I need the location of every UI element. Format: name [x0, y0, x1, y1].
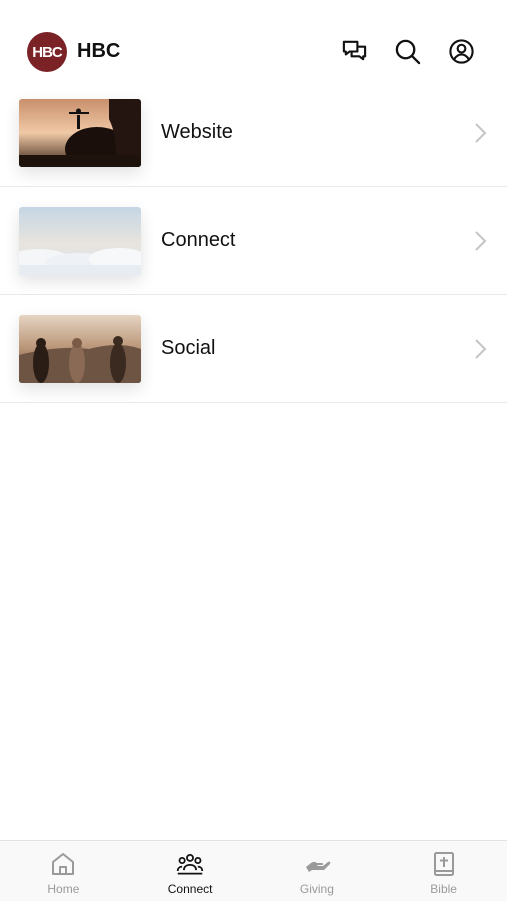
bottom-tab-bar: Home Connect Giving Bible	[0, 840, 507, 901]
connect-list: Website Connect Social	[0, 79, 507, 403]
tab-label: Home	[47, 882, 80, 896]
people-group-icon	[176, 851, 204, 877]
home-icon	[49, 851, 77, 877]
list-item-label: Social	[161, 337, 216, 359]
search-icon	[395, 39, 420, 64]
person-on-rock-sunset-image	[19, 99, 141, 167]
chat-bubbles-icon	[342, 40, 366, 60]
chat-button[interactable]	[339, 36, 369, 66]
tab-connect[interactable]: Connect	[127, 841, 254, 901]
search-button[interactable]	[392, 36, 422, 66]
list-item-label: Website	[161, 121, 233, 143]
tab-giving[interactable]: Giving	[254, 841, 381, 901]
list-item-social[interactable]: Social	[0, 295, 507, 403]
tab-home[interactable]: Home	[0, 841, 127, 901]
list-item-connect[interactable]: Connect	[0, 187, 507, 295]
tab-label: Connect	[167, 882, 213, 896]
app-title: HBC	[77, 40, 121, 62]
account-icon	[448, 38, 474, 64]
bible-icon	[430, 851, 458, 877]
account-button[interactable]	[446, 36, 476, 66]
tab-label: Giving	[299, 882, 334, 896]
chevron-right-icon	[474, 338, 488, 360]
logo-text: HBC	[32, 43, 62, 61]
clouds-sky-image	[19, 207, 141, 275]
tab-bible[interactable]: Bible	[380, 841, 507, 901]
tab-label: Bible	[430, 882, 457, 896]
giving-hand-icon	[303, 851, 331, 877]
friends-sunset-image	[19, 315, 141, 383]
list-item-website[interactable]: Website	[0, 79, 507, 187]
church-logo[interactable]: HBC	[27, 32, 67, 72]
list-item-label: Connect	[161, 229, 236, 251]
chevron-right-icon	[474, 122, 488, 144]
chevron-right-icon	[474, 230, 488, 252]
